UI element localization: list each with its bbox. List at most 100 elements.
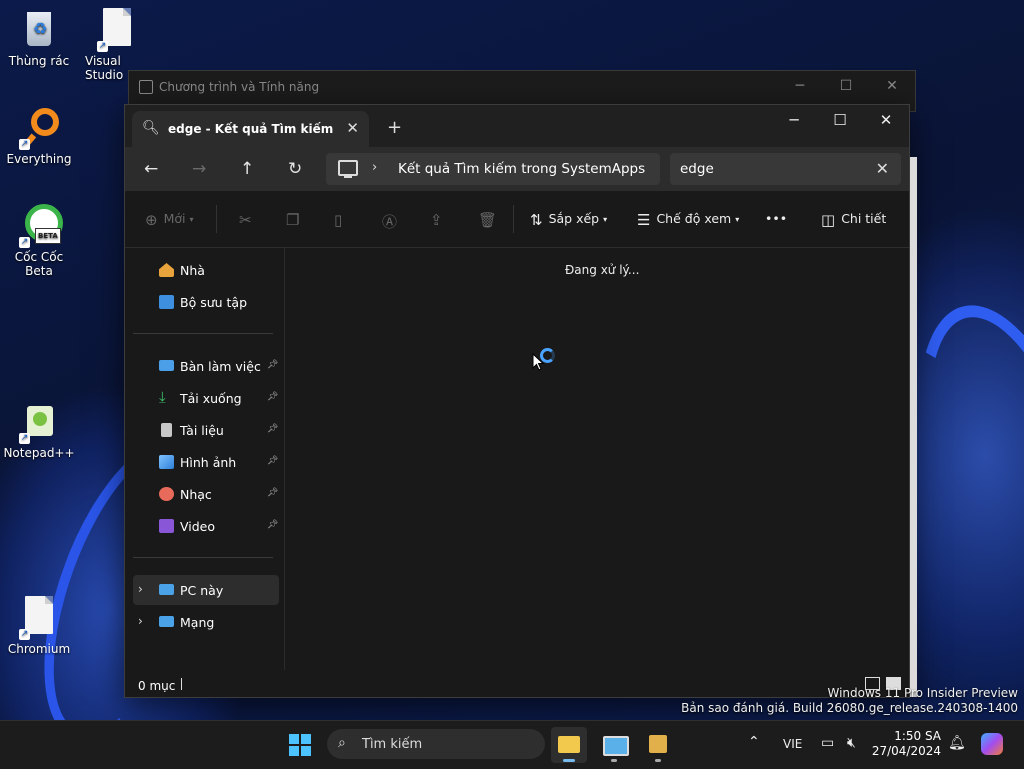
new-label: Mới: [163, 211, 186, 226]
loading-status: Đang xử lý...: [565, 263, 640, 277]
navigation-bar: ← → ↑ ↻ › Kết quả Tìm kiếm trong SystemA…: [125, 147, 909, 191]
sidebar-item-gallery[interactable]: Bộ sưu tập: [133, 287, 279, 317]
taskbar-search-box[interactable]: ⌕ Tìm kiếm: [327, 729, 545, 759]
desktop-icon-recycle-bin[interactable]: ♻ Thùng rác: [1, 8, 77, 68]
command-bar: ⊕ Mới ▾ ✂ ❐ ▯ Ⓐ ⇪ 🗑︎ ⇅ Sắp xếp ▾ ☰ Chế độ xem…: [125, 191, 909, 248]
sidebar-item-label: Video: [180, 519, 216, 534]
start-button[interactable]: [289, 734, 311, 756]
file-list-area[interactable]: Đang xử lý...: [285, 248, 909, 670]
network-status-icon[interactable]: ▭: [821, 735, 834, 751]
close-tab-button[interactable]: ✕: [346, 119, 359, 137]
volume-muted-icon[interactable]: 🔇︎: [847, 735, 856, 751]
search-input[interactable]: edge: [680, 161, 714, 177]
search-icon: ⌕: [338, 735, 346, 751]
scissors-icon: ✂: [239, 211, 252, 229]
close-button[interactable]: ✕: [869, 71, 915, 103]
chevron-right-icon[interactable]: ›: [372, 160, 377, 175]
scrollbar[interactable]: [910, 157, 917, 697]
tab-label: edge - Kết quả Tìm kiếm trong SystemApps: [168, 122, 333, 136]
tab-search-results[interactable]: 🔍︎ edge - Kết quả Tìm kiếm trong SystemA…: [132, 111, 369, 147]
sidebar-item-downloads[interactable]: ⤓ Tải xuống 📌︎: [133, 383, 279, 413]
sidebar-item-pictures[interactable]: Hình ảnh 📌︎: [133, 447, 279, 477]
sidebar-item-desktop[interactable]: Bàn làm việc 📌︎: [133, 351, 279, 381]
videos-icon: [159, 519, 174, 533]
new-button[interactable]: ⊕ Mới ▾: [145, 211, 194, 229]
everything-search-icon: ↗: [19, 106, 59, 150]
search-box[interactable]: edge ✕: [670, 153, 901, 185]
maximize-button[interactable]: ☐: [823, 71, 869, 103]
refresh-button[interactable]: ↻: [288, 159, 302, 179]
chevron-up-icon[interactable]: ⌃: [748, 734, 760, 750]
delete-button[interactable]: 🗑︎: [478, 211, 503, 229]
this-pc-icon: [338, 160, 358, 178]
taskbar-programs-features[interactable]: [640, 727, 676, 763]
minimize-button[interactable]: ─: [771, 105, 817, 135]
address-bar[interactable]: › Kết quả Tìm kiếm trong SystemApps: [326, 153, 660, 185]
sidebar-item-videos[interactable]: Video 📌︎: [133, 511, 279, 541]
desktop-icon-everything[interactable]: ↗ Everything: [1, 106, 77, 166]
details-pane-button[interactable]: ◫ Chi tiết: [821, 211, 886, 229]
rename-button[interactable]: Ⓐ: [382, 211, 403, 232]
sidebar-item-music[interactable]: Nhạc 📌︎: [133, 479, 279, 509]
sort-label: Sắp xếp: [548, 211, 600, 226]
forward-button[interactable]: →: [192, 159, 206, 179]
clear-search-button[interactable]: ✕: [876, 159, 889, 178]
cut-button[interactable]: ✂: [239, 211, 258, 229]
back-button[interactable]: ←: [144, 159, 158, 179]
desktop-icon-coccoc[interactable]: BETA ↗ Cốc Cốc Beta: [1, 204, 77, 278]
title-bar: 🔍︎ edge - Kết quả Tìm kiếm trong SystemA…: [125, 105, 909, 147]
divider: [216, 205, 217, 233]
desktop-icon-label: Thùng rác: [8, 54, 70, 68]
sort-button[interactable]: ⇅ Sắp xếp ▾: [530, 211, 607, 229]
sidebar-item-label: Bộ sưu tập: [180, 295, 248, 310]
pin-icon: 📌︎: [267, 488, 279, 498]
clock[interactable]: 1:50 SA 27/04/2024: [871, 729, 941, 759]
network-icon: [159, 616, 174, 627]
maximize-button[interactable]: ☐: [817, 105, 863, 135]
copy-button[interactable]: ❐: [286, 211, 305, 229]
sidebar-item-documents[interactable]: Tài liệu 📌︎: [133, 415, 279, 445]
coccoc-beta-icon: BETA ↗: [19, 204, 63, 248]
sidebar-item-network[interactable]: › Mạng: [133, 607, 279, 637]
chevron-right-icon[interactable]: ›: [138, 614, 143, 628]
view-label: Chế độ xem: [656, 211, 732, 226]
watermark-line: Windows 11 Pro Insider Preview: [827, 686, 1018, 700]
sidebar-item-label: PC này: [180, 583, 224, 598]
sidebar-item-label: Nhạc: [180, 487, 212, 502]
copilot-icon[interactable]: [981, 733, 1003, 755]
language-indicator[interactable]: VIE: [783, 737, 802, 751]
chevron-right-icon[interactable]: ›: [138, 582, 143, 596]
taskbar-control-panel[interactable]: [596, 727, 632, 763]
programs-icon: [649, 735, 667, 753]
share-button[interactable]: ⇪: [430, 211, 449, 229]
sidebar-item-label: Hình ảnh: [180, 455, 237, 470]
recycle-bin-icon: ♻: [19, 8, 59, 52]
gallery-icon: [159, 295, 174, 309]
taskbar-file-explorer[interactable]: [551, 727, 587, 763]
pin-icon: 📌︎: [267, 360, 279, 370]
file-shortcut-icon: ↗: [97, 8, 137, 52]
close-button[interactable]: ✕: [863, 105, 909, 135]
desktop-icon-chromium[interactable]: ↗ Chromium: [1, 596, 77, 656]
control-panel-icon: [139, 80, 153, 94]
new-tab-button[interactable]: +: [387, 117, 402, 138]
divider: [513, 205, 514, 233]
desktop-icon-label: Cốc Cốc Beta: [14, 250, 64, 278]
trash-icon: 🗑︎: [478, 211, 498, 229]
more-options-button[interactable]: •••: [765, 211, 787, 226]
breadcrumb[interactable]: Kết quả Tìm kiếm trong SystemApps: [398, 161, 645, 177]
sort-icon: ⇅: [530, 211, 543, 229]
music-icon: [159, 487, 174, 501]
divider: [133, 333, 273, 334]
desktop-icon-notepadplusplus[interactable]: ↗ Notepad++: [1, 400, 77, 460]
this-pc-icon: [159, 584, 174, 595]
notification-bell-icon[interactable]: 🔔︎: [948, 735, 966, 751]
up-button[interactable]: ↑: [240, 159, 254, 179]
view-button[interactable]: ☰ Chế độ xem ▾: [637, 211, 739, 229]
pin-icon: 📌︎: [267, 520, 279, 530]
mouse-cursor-icon: [532, 353, 544, 371]
sidebar-item-home[interactable]: Nhà: [133, 255, 279, 285]
minimize-button[interactable]: ─: [777, 71, 823, 103]
sidebar-item-this-pc[interactable]: › PC này: [133, 575, 279, 605]
paste-button[interactable]: ▯: [334, 211, 348, 229]
